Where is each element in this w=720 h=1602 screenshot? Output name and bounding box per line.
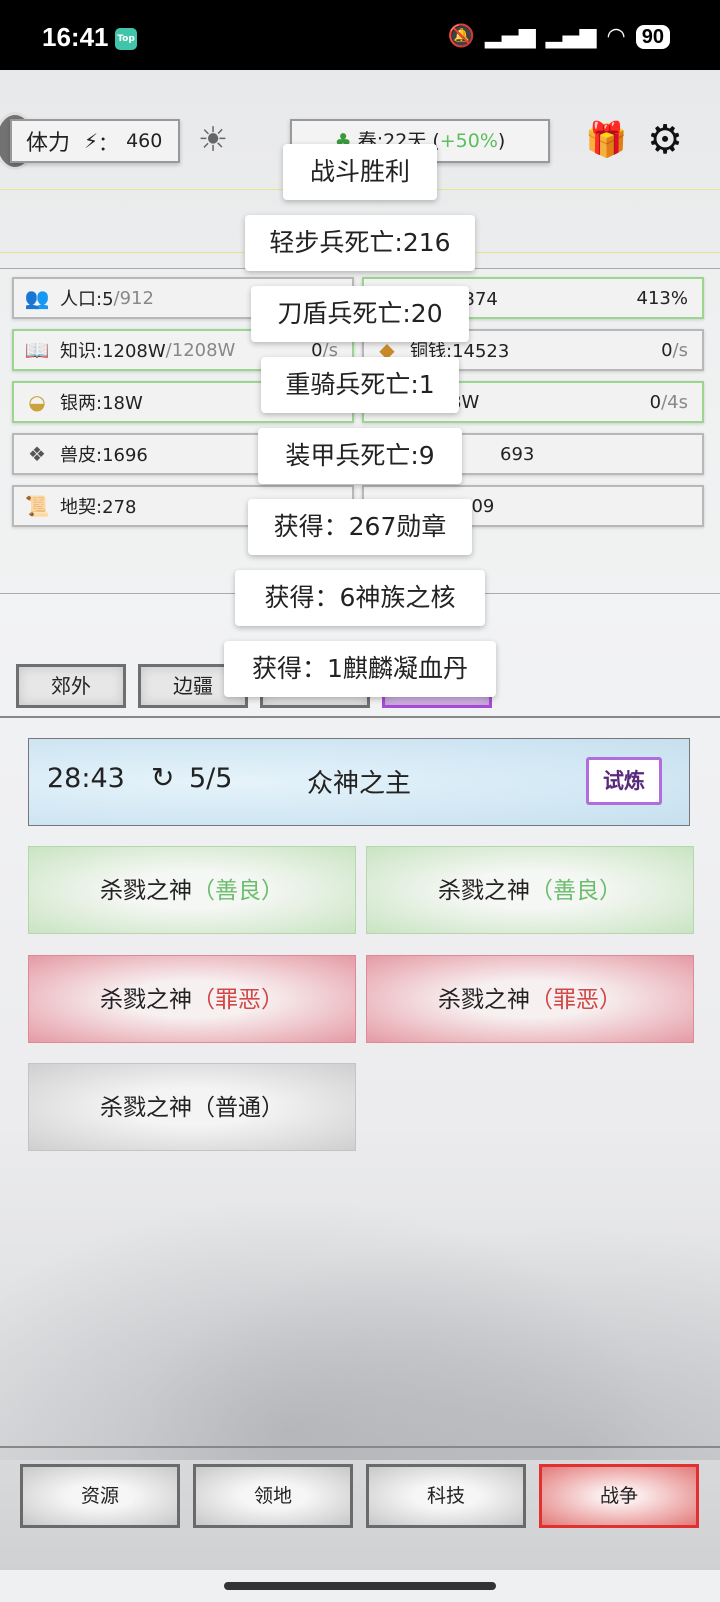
monster-tag: （善良） [530, 878, 622, 904]
sun-icon[interactable]: ☀ [195, 122, 231, 158]
silver-icon: ◒ [28, 390, 46, 414]
resource-rate: 0/4s [650, 392, 688, 413]
monster-button[interactable]: 杀戮之神（普通） [28, 1063, 356, 1151]
monster-button[interactable]: 杀戮之神（罪恶） [366, 955, 694, 1043]
monster-tag: （善良） [192, 878, 284, 904]
deed-icon: 📜 [24, 494, 50, 518]
signal-icon: ▂▄▆ [485, 24, 536, 49]
stamina-box: 体力 ⚡ ： 460 [10, 119, 180, 163]
gear-icon[interactable]: ⚙ [643, 118, 687, 162]
monster-name: 杀戮之神 [438, 878, 530, 904]
popup-message: 刀盾兵死亡:20 [251, 286, 469, 342]
popup-message: 获得：267勋章 [248, 499, 472, 555]
popup-message: 装甲兵死亡:9 [258, 428, 462, 484]
stamina-label: 体力 [26, 131, 71, 156]
nav-technology[interactable]: 科技 [366, 1464, 526, 1528]
background-scenery [0, 1160, 720, 1460]
boss-panel: 28:43 ↻ 5/5 众神之主 试炼 [28, 738, 690, 826]
rate-value: 0 [661, 339, 673, 361]
hide-icon: ❖ [28, 442, 46, 466]
rate-value: 0 [649, 391, 662, 413]
nav-resources[interactable]: 资源 [20, 1464, 180, 1528]
resource-label: 知识:1208W [60, 341, 166, 362]
nav-territory[interactable]: 领地 [193, 1464, 353, 1528]
lightning-icon: ⚡ [84, 129, 99, 153]
rate-unit: /s [672, 339, 688, 361]
monster-button[interactable]: 杀戮之神（善良） [28, 846, 356, 934]
monster-tag: （罪恶） [192, 987, 284, 1013]
stamina-value: 460 [126, 130, 163, 152]
boss-count: 5/5 [189, 763, 233, 794]
gift-icon[interactable]: 🎁 [585, 120, 627, 160]
refresh-icon[interactable]: ↻ [151, 761, 174, 794]
monster-tag: （罪恶） [530, 987, 622, 1013]
popup-victory: 战斗胜利 [283, 144, 437, 200]
resource-label: 银两:18W [60, 393, 143, 414]
monster-button[interactable]: 杀戮之神（善良） [366, 846, 694, 934]
people-icon: 👥 [24, 286, 50, 310]
battery-indicator: 90 [635, 24, 670, 49]
bell-off-icon: 🔕 [447, 24, 476, 49]
monster-name: 杀戮之神 [100, 878, 192, 904]
status-icons: 🔕 ▂▄▆ ▂▄▆ ◠ 90 [448, 24, 670, 49]
home-indicator[interactable] [224, 1582, 496, 1590]
resource-label: 人口:5 [60, 289, 114, 310]
divider [0, 1446, 720, 1448]
season-bonus: +50% [439, 130, 498, 152]
resource-max: /912 [113, 287, 154, 309]
monster-name: 杀戮之神 [100, 1095, 192, 1121]
book-icon: 📖 [24, 338, 50, 362]
season-close: ) [497, 130, 506, 152]
status-bar: 16:41 Top 🔕 ▂▄▆ ▂▄▆ ◠ 90 [0, 0, 720, 70]
signal-icon: ▂▄▆ [545, 24, 597, 49]
stamina-separator: ： [98, 130, 119, 155]
monster-name: 杀戮之神 [100, 987, 192, 1013]
resource-rate: 413% [636, 287, 688, 309]
rate-unit: /4s [661, 391, 688, 413]
trial-button[interactable]: 试炼 [586, 757, 662, 805]
boss-timer: 28:43 [47, 763, 125, 794]
resource-label: 693 [500, 443, 535, 465]
popup-message: 重骑兵死亡:1 [261, 357, 459, 413]
monster-name: 杀戮之神 [438, 987, 530, 1013]
popup-message: 轻步兵死亡:216 [245, 215, 475, 271]
popup-message: 获得：1麒麟凝血丹 [224, 641, 496, 697]
resource-rate: 0/s [661, 340, 688, 361]
clock: 16:41 [42, 22, 109, 52]
resource-label: 兽皮:1696 [60, 445, 148, 466]
app-badge: Top [115, 28, 137, 50]
resource-label: 地契:278 [60, 497, 137, 518]
tab-suburbs[interactable]: 郊外 [16, 664, 126, 708]
monster-tag: （普通） [192, 1095, 284, 1121]
wifi-icon: ◠ [606, 24, 626, 49]
divider [0, 716, 720, 718]
resource-max: /1208W [165, 339, 236, 361]
nav-war[interactable]: 战争 [539, 1464, 699, 1528]
popup-message: 获得：6神族之核 [235, 570, 485, 626]
boss-name: 众神之主 [307, 769, 412, 799]
monster-button[interactable]: 杀戮之神（罪恶） [28, 955, 356, 1043]
